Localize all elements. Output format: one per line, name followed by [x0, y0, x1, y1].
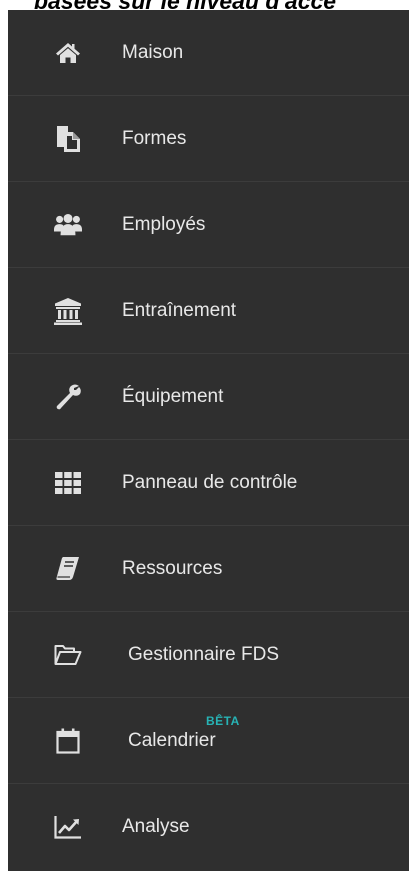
- sidebar-item-label: Équipement: [122, 385, 224, 407]
- sidebar-item-entrainement[interactable]: Entraînement: [8, 268, 409, 354]
- home-icon: [54, 39, 82, 67]
- sidebar-item-ressources[interactable]: Ressources: [8, 526, 409, 612]
- sidebar-item-label: Employés: [122, 213, 206, 235]
- sidebar-item-gestionnaire-fds[interactable]: Gestionnaire FDS: [8, 612, 409, 698]
- forms-icon: [54, 125, 82, 153]
- sidebar-item-label: Entraînement: [122, 299, 237, 321]
- calendar-icon: [54, 727, 82, 755]
- sidebar-item-analyse[interactable]: Analyse: [8, 784, 409, 870]
- wrench-icon: [54, 383, 82, 411]
- sidebar-item-equipement[interactable]: Équipement: [8, 354, 409, 440]
- sidebar-item-label: Formes: [122, 127, 187, 149]
- folder-open-icon: [54, 641, 82, 669]
- line-chart-icon: [54, 813, 82, 841]
- sidebar-item-formes[interactable]: Formes: [8, 96, 409, 182]
- book-icon: [54, 555, 82, 583]
- sidebar-item-label: Ressources: [122, 557, 223, 579]
- institution-icon: [54, 297, 82, 325]
- sidebar-item-label: Calendrier: [128, 729, 216, 751]
- sidebar-item-maison[interactable]: Maison: [8, 10, 409, 96]
- page: basées sur le niveau d'accè Maison Forme…: [0, 0, 409, 871]
- sidebar-item-employes[interactable]: Employés: [8, 182, 409, 268]
- sidebar: Maison Formes Employés Entraînement Équi…: [8, 10, 409, 871]
- grid-icon: [54, 469, 82, 497]
- users-icon: [54, 211, 82, 239]
- sidebar-item-calendrier[interactable]: Calendrier BÊTA: [8, 698, 409, 784]
- sidebar-item-label: Maison: [122, 41, 184, 63]
- sidebar-item-label: Gestionnaire FDS: [128, 643, 280, 665]
- beta-badge: BÊTA: [206, 714, 240, 728]
- sidebar-item-label: Analyse: [122, 816, 190, 837]
- sidebar-item-label: Panneau de contrôle: [122, 471, 298, 493]
- sidebar-item-panneau-de-controle[interactable]: Panneau de contrôle: [8, 440, 409, 526]
